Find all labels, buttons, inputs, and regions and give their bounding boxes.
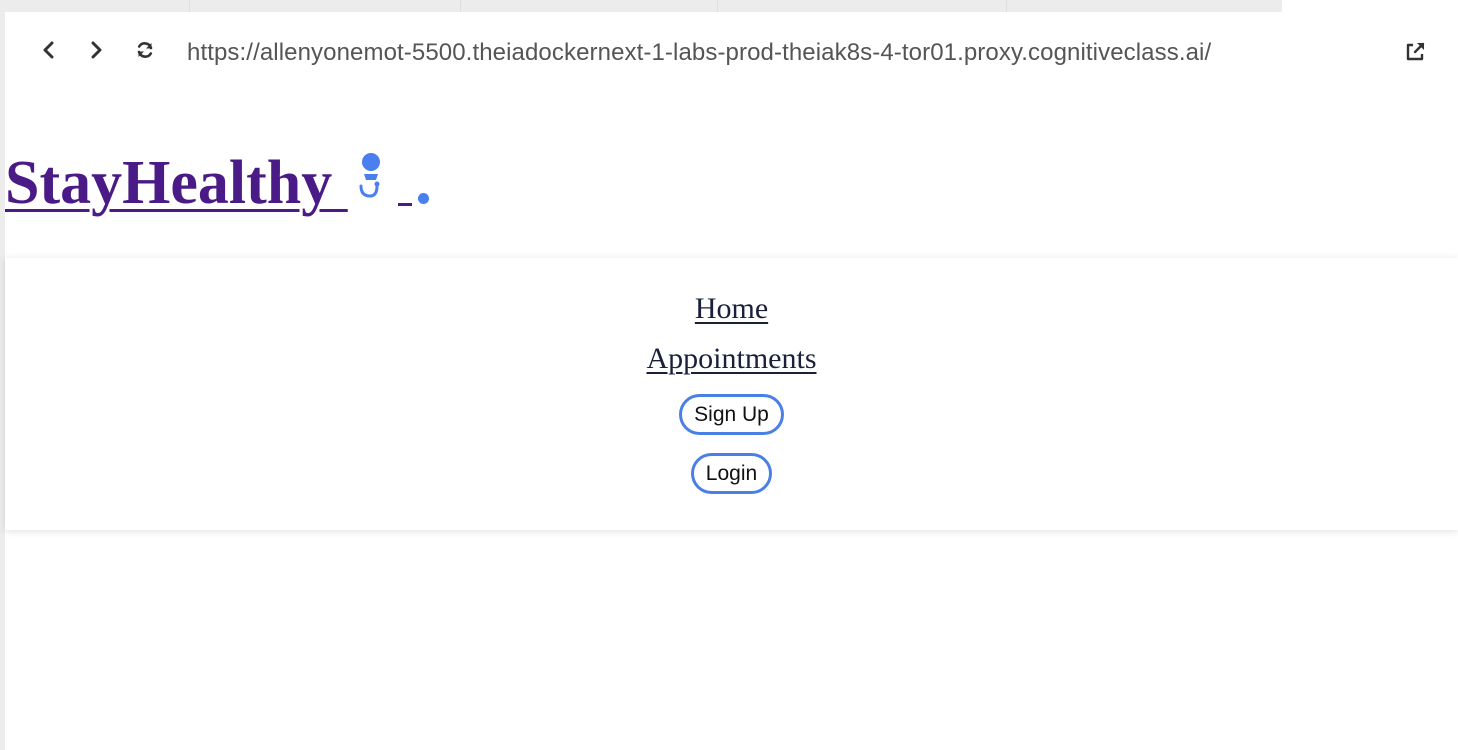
tab-segment[interactable] bbox=[0, 0, 190, 12]
brand-tail bbox=[397, 193, 429, 208]
main-nav: Home Appointments Sign Up Login bbox=[5, 258, 1458, 530]
chevron-left-icon bbox=[43, 41, 54, 59]
tab-segment[interactable] bbox=[718, 0, 1007, 12]
tab-segment[interactable] bbox=[190, 0, 461, 12]
brand-link[interactable]: StayHealthy bbox=[5, 134, 429, 214]
sign-up-button[interactable]: Sign Up bbox=[679, 394, 784, 435]
refresh-icon bbox=[137, 42, 153, 58]
external-link-icon bbox=[1406, 42, 1425, 61]
brand-logo bbox=[356, 152, 386, 200]
forward-button[interactable] bbox=[84, 38, 108, 62]
brand-title: StayHealthy bbox=[5, 149, 348, 217]
tab-strip bbox=[0, 0, 1282, 12]
open-in-new-window-button[interactable] bbox=[1403, 40, 1427, 64]
tab-segment[interactable] bbox=[1007, 0, 1282, 12]
tab-segment[interactable] bbox=[461, 0, 718, 12]
browser-toolbar: https://allenyonemot-5500.theiadockernex… bbox=[5, 12, 1458, 94]
nav-link-home[interactable]: Home bbox=[695, 294, 768, 324]
chevron-right-icon bbox=[91, 41, 102, 59]
address-bar-url[interactable]: https://allenyonemot-5500.theiadockernex… bbox=[187, 39, 1211, 67]
back-button[interactable] bbox=[37, 38, 61, 62]
doctor-stethoscope-icon bbox=[359, 153, 380, 198]
login-button[interactable]: Login bbox=[690, 453, 773, 494]
page-content: StayHealthy Home Appointments Sign Up Lo… bbox=[5, 94, 1458, 750]
brand-dot bbox=[417, 193, 429, 204]
nav-link-appointments[interactable]: Appointments bbox=[647, 344, 817, 374]
brand-underline-segment bbox=[397, 203, 412, 206]
reload-button[interactable] bbox=[133, 38, 157, 62]
